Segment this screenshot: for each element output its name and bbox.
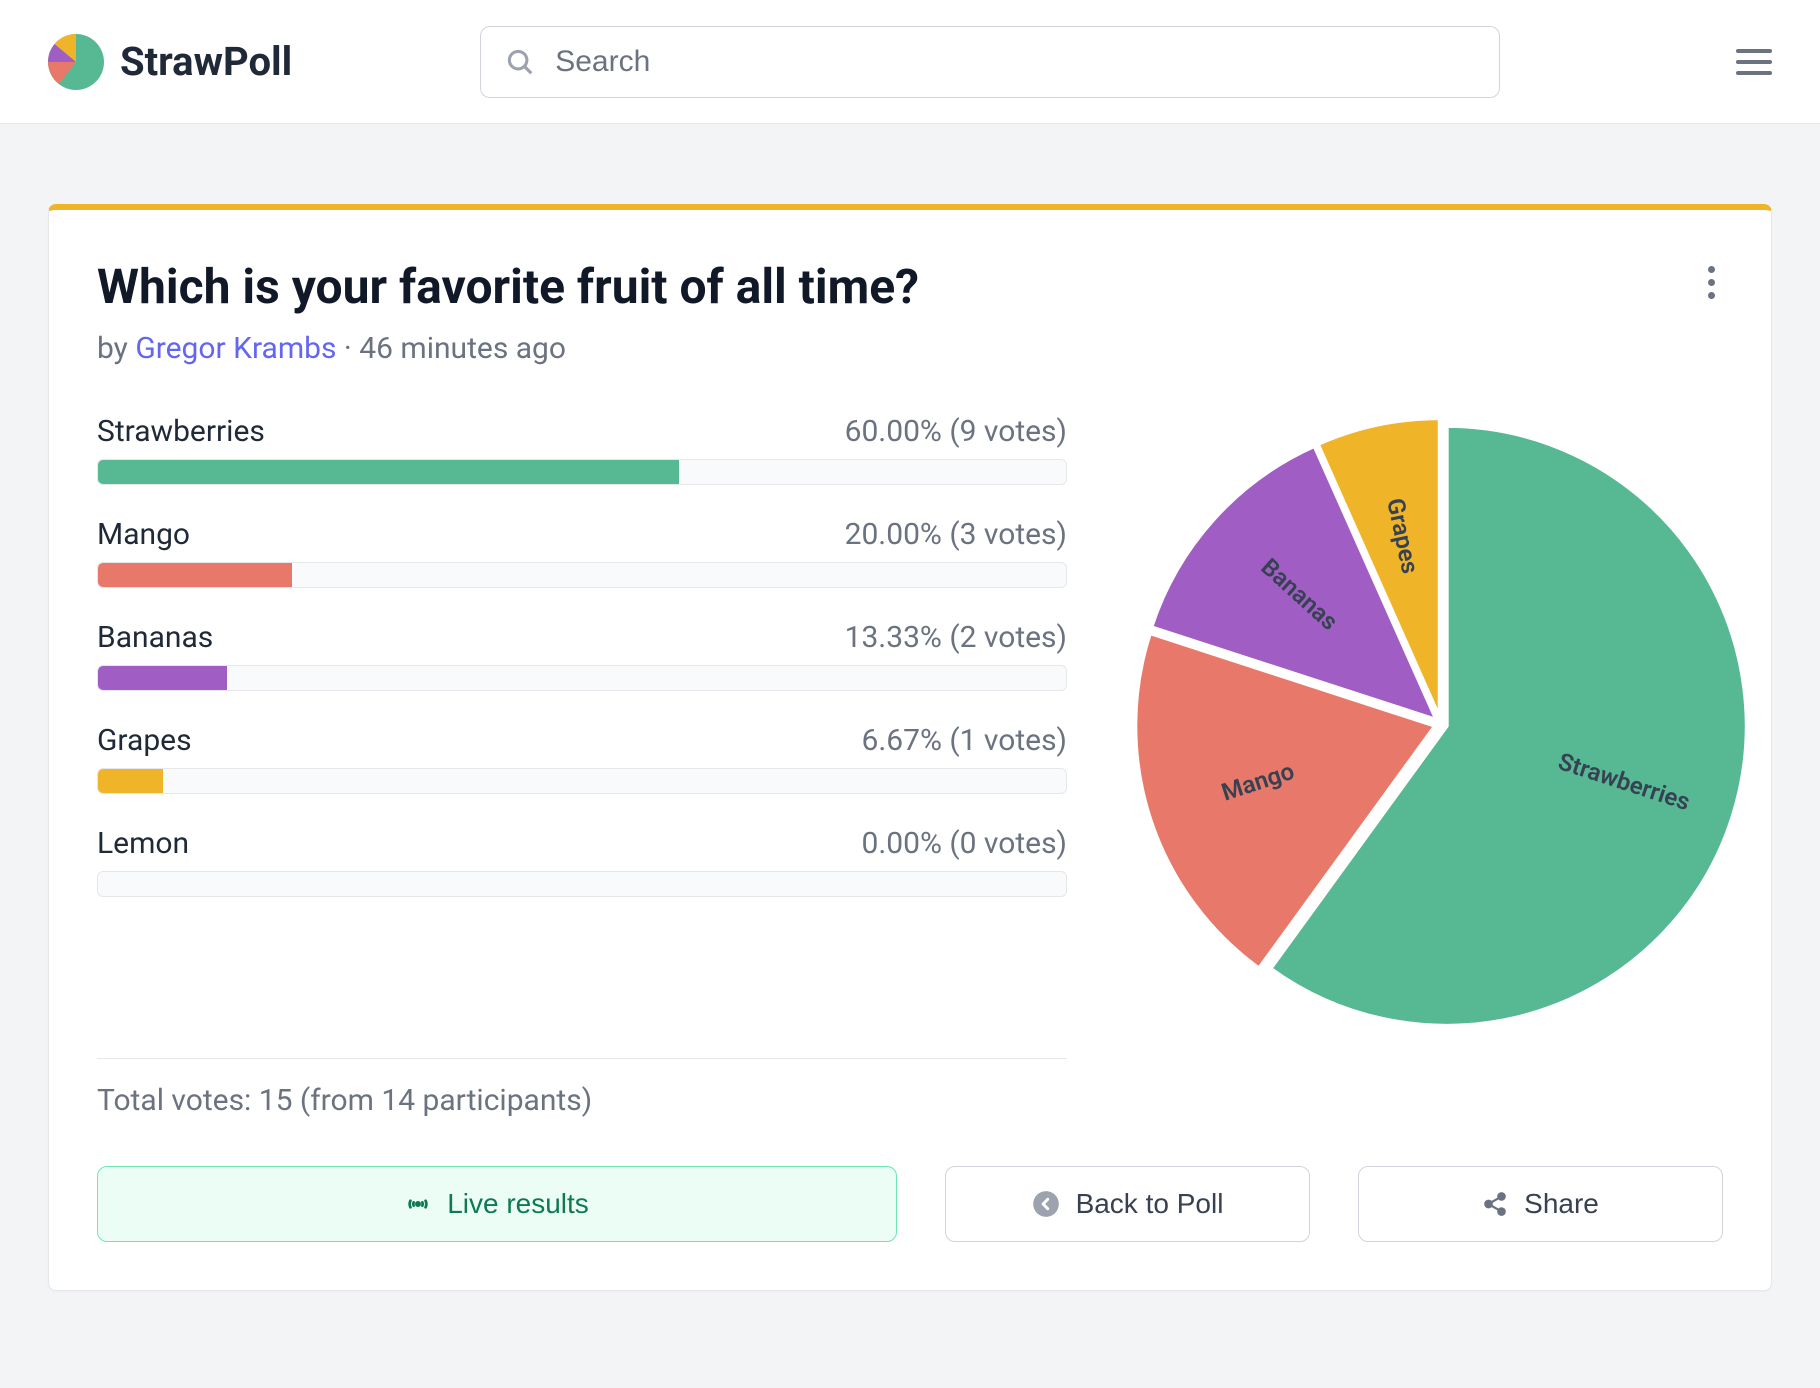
live-results-button[interactable]: Live results <box>97 1166 897 1242</box>
result-value: 6.67% (1 votes) <box>861 723 1067 758</box>
action-row: Live results Back to Poll <box>97 1166 1723 1242</box>
divider <box>97 1058 1067 1059</box>
bar-track <box>97 665 1067 691</box>
result-value: 0.00% (0 votes) <box>861 826 1067 861</box>
logo-icon <box>48 34 104 90</box>
live-icon <box>405 1191 431 1217</box>
live-results-label: Live results <box>447 1188 589 1220</box>
result-label: Mango <box>97 517 190 552</box>
back-to-poll-button[interactable]: Back to Poll <box>945 1166 1310 1242</box>
result-row: Bananas 13.33% (2 votes) <box>97 620 1067 691</box>
result-label: Strawberries <box>97 414 265 449</box>
poll-title: Which is your favorite fruit of all time… <box>97 258 919 315</box>
share-icon <box>1482 1191 1508 1217</box>
by-prefix: by <box>97 331 135 366</box>
share-button[interactable]: Share <box>1358 1166 1723 1242</box>
poll-meta: by Gregor Krambs · 46 minutes ago <box>97 331 919 366</box>
result-row: Lemon 0.00% (0 votes) <box>97 826 1067 897</box>
global-header: StrawPoll <box>0 0 1820 124</box>
result-value: 20.00% (3 votes) <box>845 517 1067 552</box>
result-label: Lemon <box>97 826 189 861</box>
bar-track <box>97 768 1067 794</box>
search-icon <box>505 47 535 77</box>
page-body: Which is your favorite fruit of all time… <box>0 124 1820 1371</box>
brand-text: StrawPoll <box>120 38 292 85</box>
author-link[interactable]: Gregor Krambs <box>135 331 336 366</box>
share-label: Share <box>1524 1188 1599 1220</box>
poll-time: 46 minutes ago <box>359 331 566 366</box>
bar-track <box>97 871 1067 897</box>
more-options-icon[interactable] <box>1700 258 1723 307</box>
result-row: Strawberries 60.00% (9 votes) <box>97 414 1067 485</box>
pie-chart: StrawberriesMangoBananasGrapes <box>1131 414 1751 1034</box>
poll-card: Which is your favorite fruit of all time… <box>48 204 1772 1291</box>
search-box[interactable] <box>480 26 1500 98</box>
back-to-poll-label: Back to Poll <box>1076 1188 1224 1220</box>
brand-link[interactable]: StrawPoll <box>48 34 292 90</box>
result-label: Bananas <box>97 620 213 655</box>
back-arrow-icon <box>1032 1190 1060 1218</box>
bar-fill <box>98 666 227 690</box>
result-value: 13.33% (2 votes) <box>845 620 1067 655</box>
bar-fill <box>98 769 163 793</box>
bar-fill <box>98 563 292 587</box>
menu-icon[interactable] <box>1736 49 1772 75</box>
search-wrap <box>480 26 1500 98</box>
search-input[interactable] <box>555 45 1475 79</box>
result-row: Grapes 6.67% (1 votes) <box>97 723 1067 794</box>
result-value: 60.00% (9 votes) <box>845 414 1067 449</box>
time-separator: · <box>336 331 359 366</box>
result-row: Mango 20.00% (3 votes) <box>97 517 1067 588</box>
bar-fill <box>98 460 679 484</box>
bar-track <box>97 562 1067 588</box>
results-bars: Strawberries 60.00% (9 votes) Mango 20.00% … <box>97 414 1067 1034</box>
bar-track <box>97 459 1067 485</box>
result-label: Grapes <box>97 723 192 758</box>
totals-label: Total votes: 15 (from 14 participants) <box>97 1083 1067 1118</box>
pie-chart-wrap: StrawberriesMangoBananasGrapes <box>1131 414 1751 1034</box>
